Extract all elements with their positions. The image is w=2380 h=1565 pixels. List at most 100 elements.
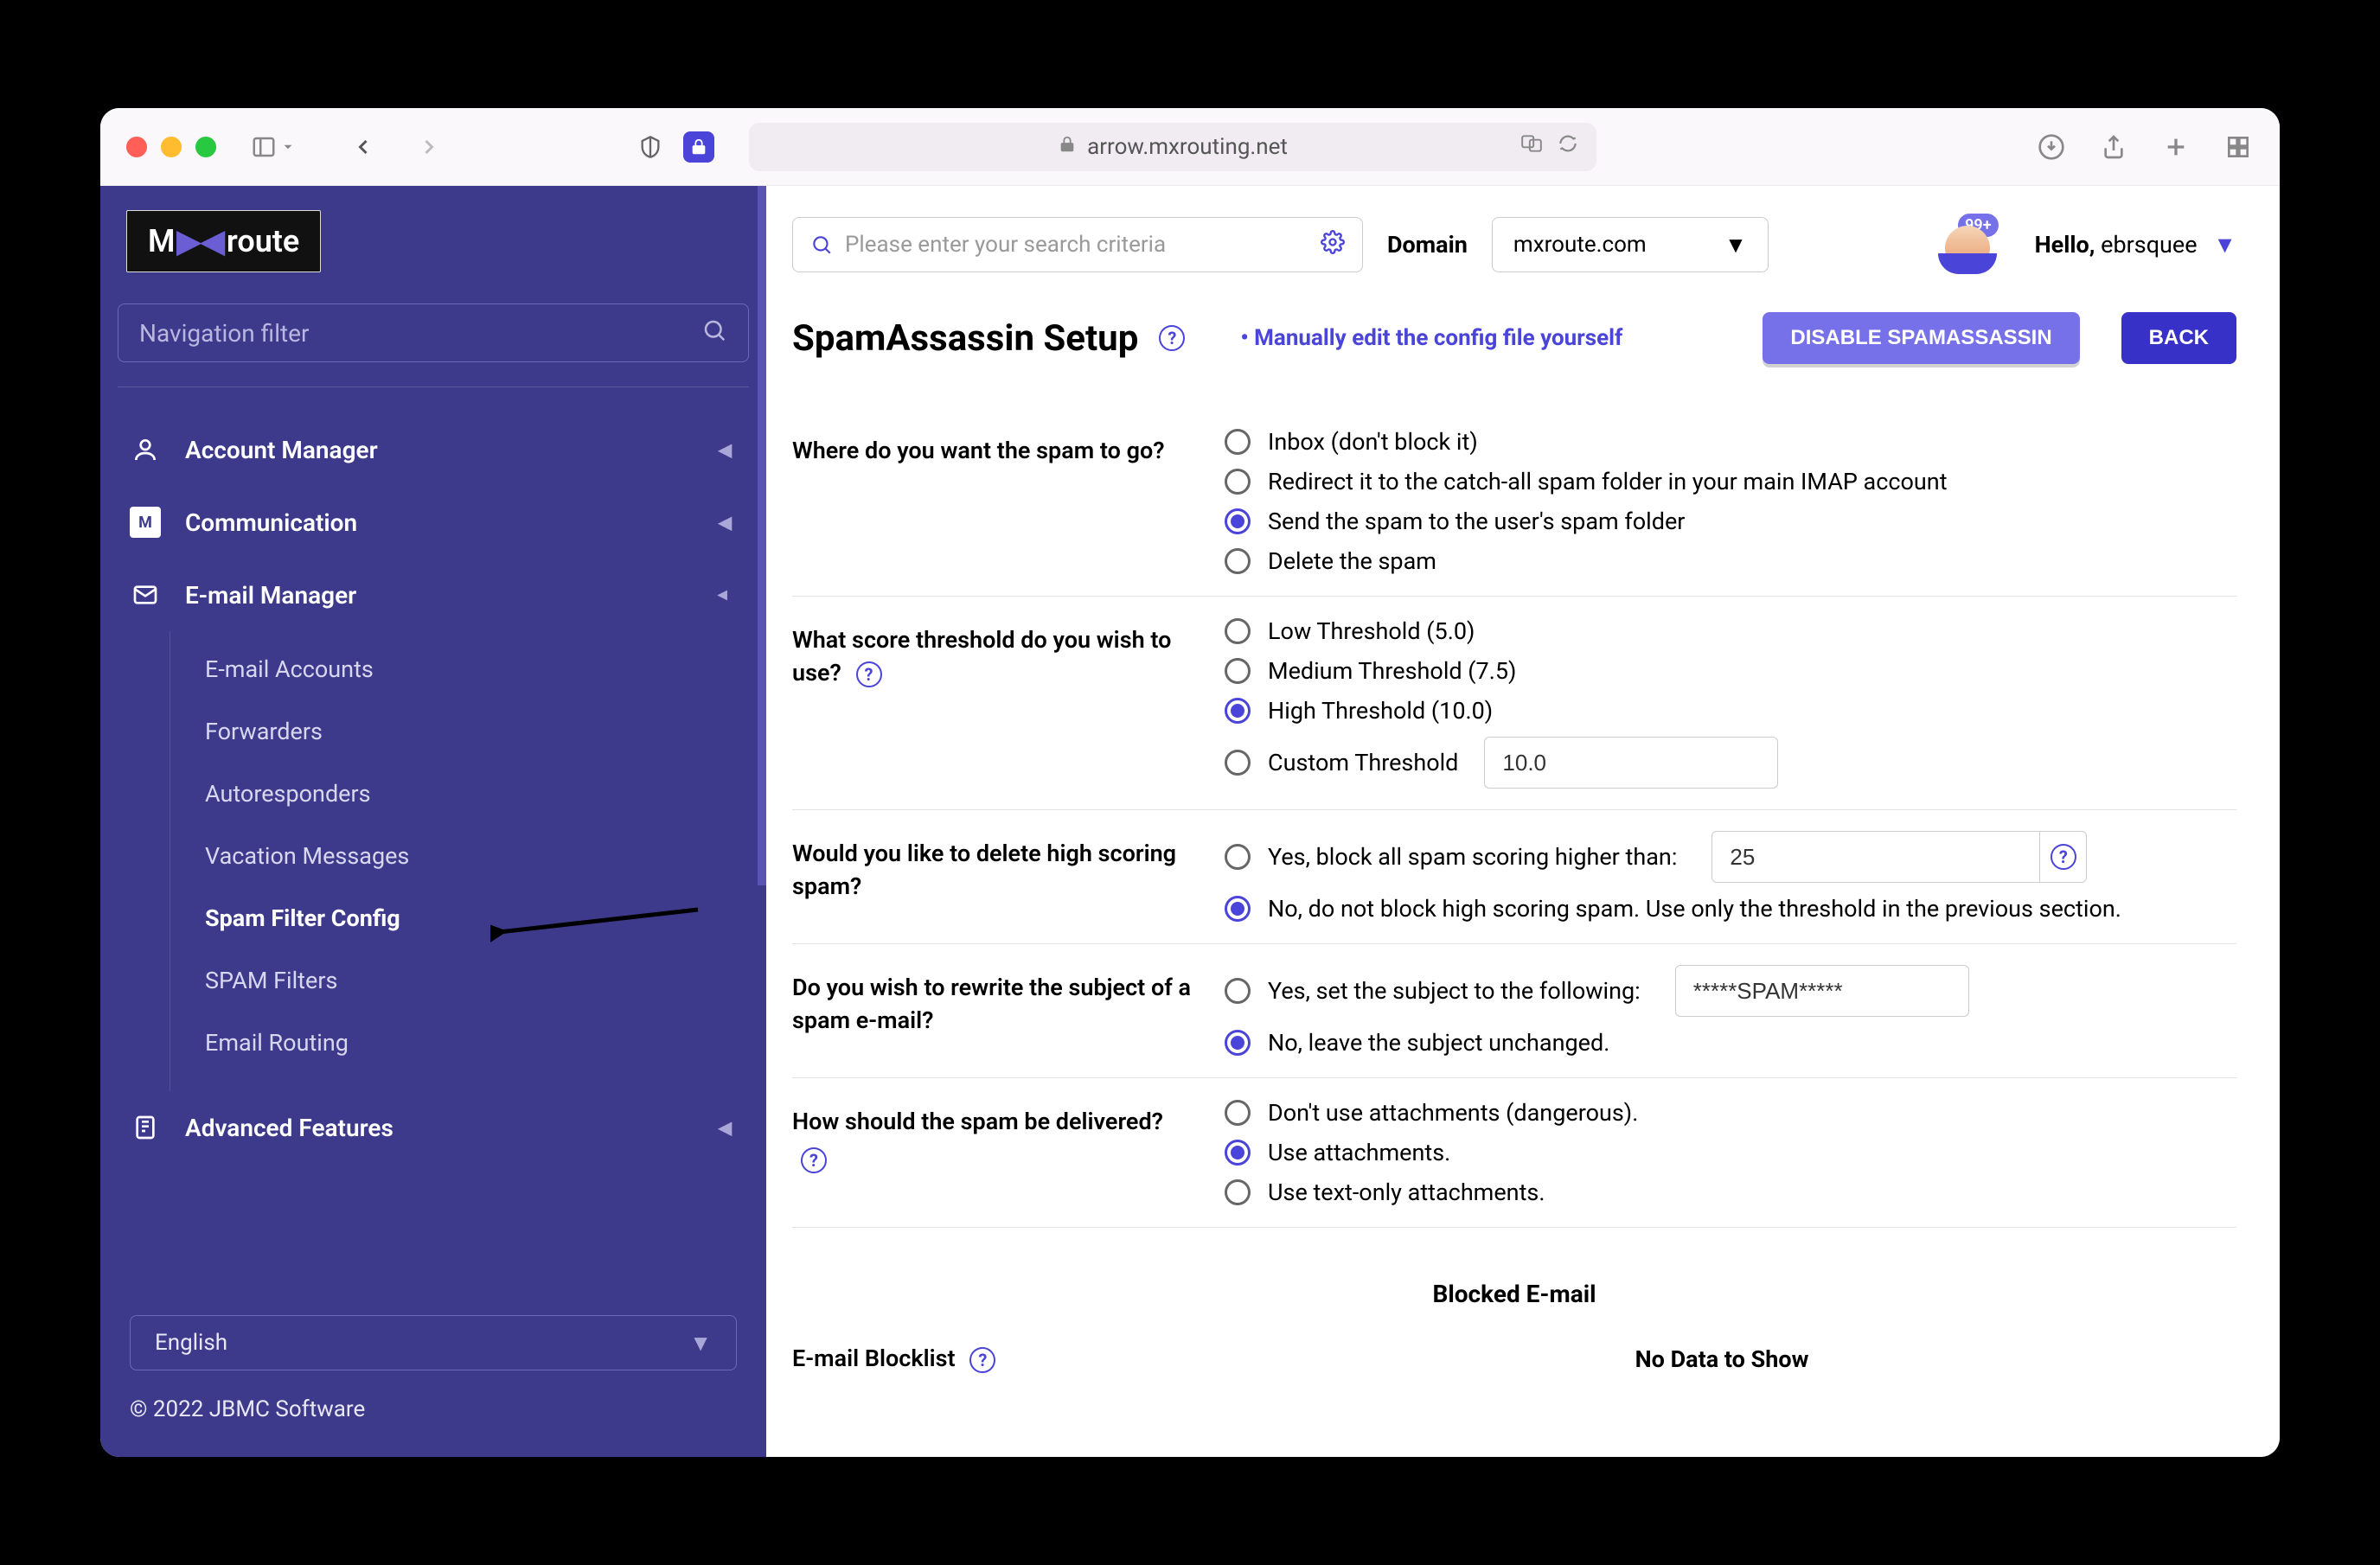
help-icon[interactable]: ? (2040, 831, 2087, 883)
help-icon[interactable]: ? (969, 1347, 995, 1373)
section-label-rewrite: Do you wish to rewrite the subject of a … (792, 965, 1207, 1057)
avatar[interactable]: 99+ (1942, 219, 1993, 271)
search-input[interactable]: Please enter your search criteria (792, 217, 1363, 272)
mail-icon (130, 579, 161, 610)
sidebar-item-label: Advanced Features (185, 1114, 393, 1142)
password-manager-icon[interactable] (683, 131, 714, 163)
highscore-value-input[interactable] (1711, 831, 2040, 883)
divider (118, 386, 749, 387)
close-window-button[interactable] (126, 137, 147, 157)
blocklist-label: E-mail Blocklist ? (792, 1343, 1207, 1376)
radio-threshold-custom[interactable]: Custom Threshold (1225, 737, 2236, 789)
nav-forward-button[interactable] (413, 131, 445, 163)
radio-rewrite-no[interactable]: No, leave the subject unchanged. (1225, 1029, 2236, 1057)
sidebar-item-email-manager[interactable]: E-mail Manager ▼ (100, 559, 766, 631)
domain-select[interactable]: mxroute.com ▼ (1492, 217, 1769, 272)
sidebar-sub-forwarders[interactable]: Forwarders (170, 700, 766, 763)
radio-spam-user-folder[interactable]: Send the spam to the user's spam folder (1225, 508, 2236, 535)
help-icon[interactable]: ? (801, 1147, 827, 1173)
communication-icon: M (130, 507, 161, 538)
maximize-window-button[interactable] (195, 137, 216, 157)
traffic-lights (126, 137, 216, 157)
greeting[interactable]: Hello, ebrsquee ▼ (2035, 231, 2236, 259)
sidebar-sub-email-routing[interactable]: Email Routing (170, 1012, 766, 1074)
address-bar[interactable]: arrow.mxrouting.net (749, 123, 1596, 171)
gear-icon[interactable] (1321, 230, 1345, 260)
manual-edit-link[interactable]: • Manually edit the config file yourself (1240, 325, 1622, 351)
sidebar-item-advanced-features[interactable]: Advanced Features ◀ (100, 1091, 766, 1164)
language-value: English (155, 1330, 227, 1356)
section-label-delivery: How should the spam be delivered? ? (792, 1099, 1207, 1206)
radio-delivery-attach[interactable]: Use attachments. (1225, 1139, 2236, 1166)
domain-label: Domain (1387, 231, 1468, 259)
page-header: SpamAssassin Setup ? • Manually edit the… (792, 312, 2236, 364)
no-data-text: No Data to Show (1207, 1345, 2236, 1373)
sidebar-sub-vacation-messages[interactable]: Vacation Messages (170, 825, 766, 887)
radio-delivery-no-attach[interactable]: Don't use attachments (dangerous). (1225, 1099, 2236, 1127)
new-tab-icon[interactable] (2160, 131, 2191, 163)
main-content: Please enter your search criteria Domain… (766, 186, 2280, 1457)
logo: M▶◀route (100, 186, 766, 293)
greeting-prefix: Hello, (2035, 231, 2102, 259)
radio-spam-inbox[interactable]: Inbox (don't block it) (1225, 428, 2236, 456)
section-label-spam-dest: Where do you want the spam to go? (792, 428, 1207, 575)
nav-back-button[interactable] (348, 131, 379, 163)
section-label-high-score: Would you like to delete high scoring sp… (792, 831, 1207, 923)
reload-icon[interactable] (1557, 132, 1579, 161)
help-icon[interactable]: ? (856, 661, 882, 687)
sidebar-toggle-button[interactable] (251, 134, 296, 160)
advanced-icon (130, 1112, 161, 1143)
lock-icon (1058, 134, 1077, 160)
tabs-overview-icon[interactable] (2223, 131, 2254, 163)
back-button[interactable]: BACK (2121, 312, 2236, 364)
minimize-window-button[interactable] (161, 137, 182, 157)
sidebar-sub-autoresponders[interactable]: Autoresponders (170, 763, 766, 825)
radio-threshold-medium[interactable]: Medium Threshold (7.5) (1225, 657, 2236, 685)
copyright-text: © 2022 JBMC Software (130, 1396, 737, 1422)
url-text: arrow.mxrouting.net (1087, 134, 1288, 160)
user-icon (130, 434, 161, 465)
custom-threshold-input[interactable] (1484, 737, 1778, 789)
chevron-down-icon: ▼ (689, 1330, 712, 1357)
radio-highscore-yes[interactable]: Yes, block all spam scoring higher than:… (1225, 831, 2236, 883)
translate-icon[interactable] (1520, 132, 1543, 161)
sidebar-sub-spam-filters[interactable]: SPAM Filters (170, 949, 766, 1012)
search-icon (701, 317, 727, 349)
section-label-threshold: What score threshold do you wish to use?… (792, 617, 1207, 789)
sidebar-sub-spam-filter-config[interactable]: Spam Filter Config (170, 887, 766, 949)
radio-spam-delete[interactable]: Delete the spam (1225, 547, 2236, 575)
language-select[interactable]: English ▼ (130, 1315, 737, 1370)
sidebar-sub-email-accounts[interactable]: E-mail Accounts (170, 638, 766, 700)
chevron-right-icon: ◀ (719, 512, 732, 533)
nav-filter-input[interactable]: Navigation filter (118, 303, 749, 362)
chevron-right-icon: ◀ (719, 439, 732, 460)
radio-highscore-no[interactable]: No, do not block high scoring spam. Use … (1225, 895, 2236, 923)
share-icon[interactable] (2098, 131, 2129, 163)
chevron-down-icon: ▼ (1724, 232, 1747, 259)
sidebar-item-account-manager[interactable]: Account Manager ◀ (100, 413, 766, 486)
browser-window: arrow.mxrouting.net (100, 108, 2280, 1457)
greeting-user: ebrsquee (2101, 231, 2197, 259)
nav-filter-placeholder: Navigation filter (139, 319, 310, 348)
page-title: SpamAssassin Setup (792, 317, 1138, 360)
radio-spam-redirect[interactable]: Redirect it to the catch-all spam folder… (1225, 468, 2236, 495)
chevron-down-icon: ▼ (2213, 231, 2236, 259)
downloads-icon[interactable] (2036, 131, 2067, 163)
app-shell: M▶◀route Navigation filter Account Manag… (100, 186, 2280, 1457)
sidebar-item-communication[interactable]: M Communication ◀ (100, 486, 766, 559)
shield-icon[interactable] (635, 131, 666, 163)
browser-chrome: arrow.mxrouting.net (100, 108, 2280, 186)
sidebar-item-label: Account Manager (185, 436, 378, 464)
radio-rewrite-yes[interactable]: Yes, set the subject to the following: (1225, 965, 2236, 1017)
rewrite-subject-input[interactable] (1675, 965, 1969, 1017)
sidebar: M▶◀route Navigation filter Account Manag… (100, 186, 766, 1457)
disable-spamassassin-button[interactable]: DISABLE SPAMASSASSIN (1763, 312, 2079, 364)
radio-threshold-low[interactable]: Low Threshold (5.0) (1225, 617, 2236, 645)
help-icon[interactable]: ? (1159, 325, 1185, 351)
search-icon (810, 233, 833, 256)
radio-threshold-high[interactable]: High Threshold (10.0) (1225, 697, 2236, 725)
radio-delivery-text-attach[interactable]: Use text-only attachments. (1225, 1179, 2236, 1206)
sidebar-item-label: Communication (185, 508, 357, 537)
domain-value: mxroute.com (1513, 232, 1647, 258)
blocked-email-header: Blocked E-mail (792, 1280, 2236, 1308)
